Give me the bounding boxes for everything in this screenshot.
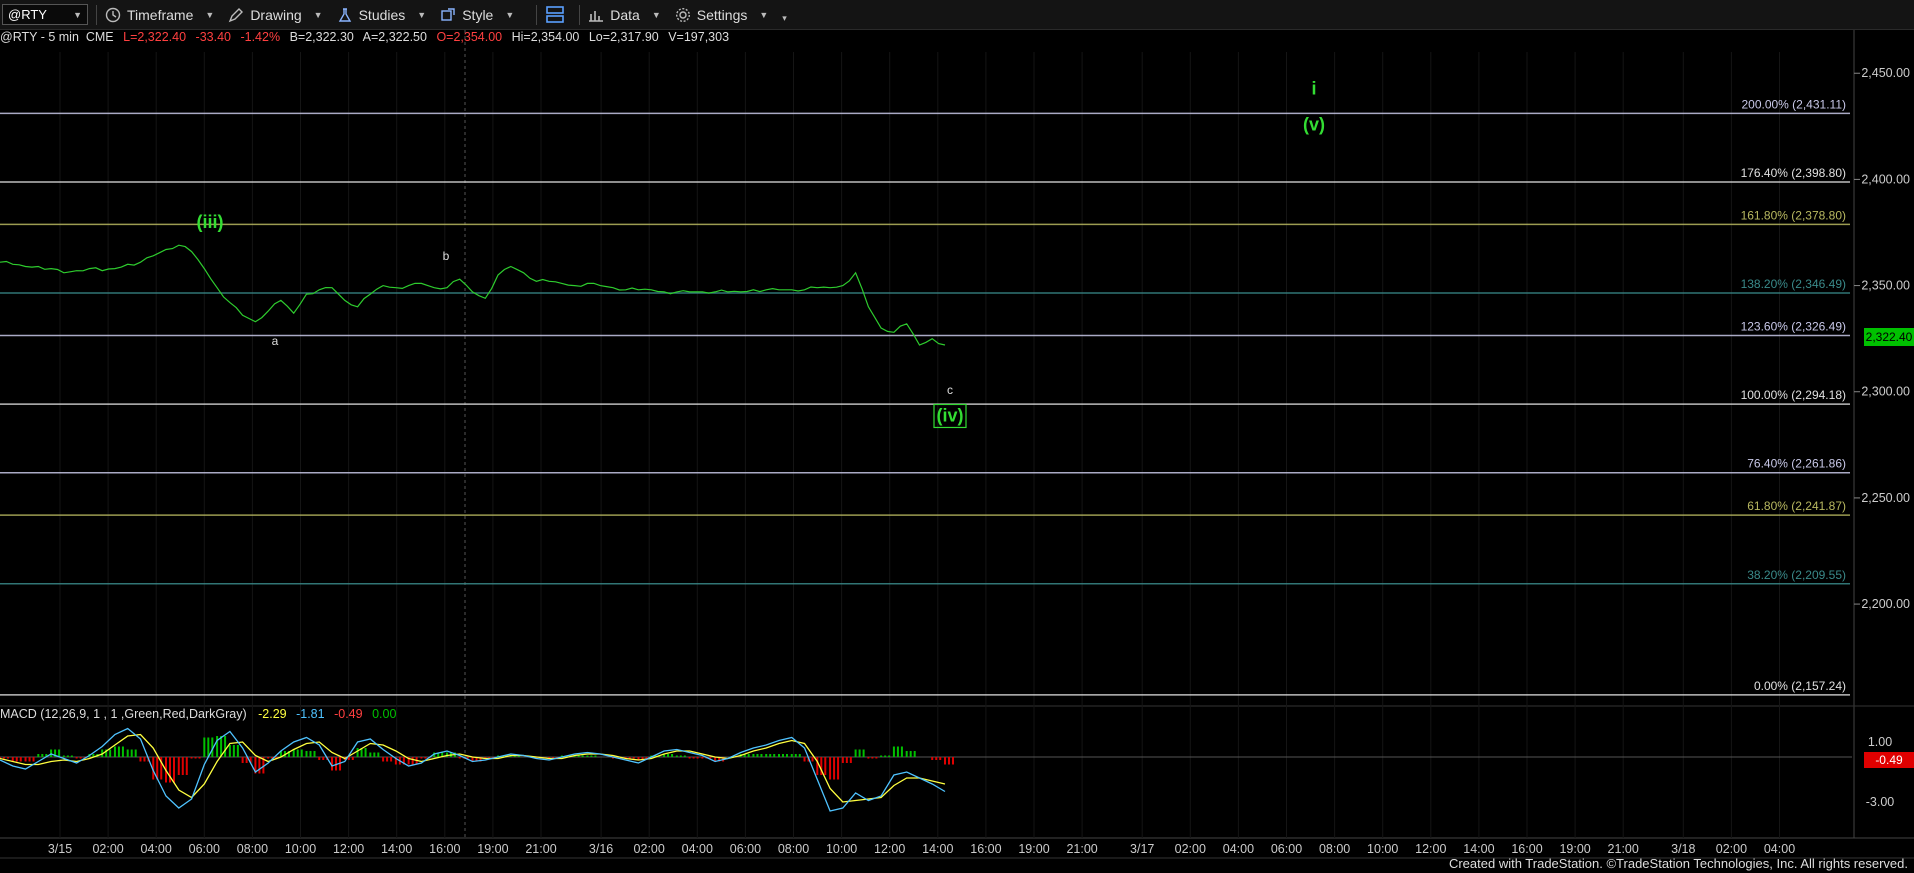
fib-level-label: 161.80% (2,378.80) (1741, 208, 1846, 222)
x-tick-label: 04:00 (141, 842, 172, 856)
x-tick-label: 14:00 (381, 842, 412, 856)
fib-level-label: 0.00% (2,157.24) (1754, 679, 1846, 693)
fib-level-label: 61.80% (2,241.87) (1747, 499, 1846, 513)
x-tick-label: 14:00 (922, 842, 953, 856)
x-tick-label: 21:00 (1608, 842, 1639, 856)
macd-value: -2.29 (258, 707, 287, 721)
fib-level-label: 76.40% (2,261.86) (1747, 457, 1846, 471)
x-tick-label: 3/16 (589, 842, 613, 856)
wave-label: (iii) (197, 212, 224, 232)
x-tick-label: 3/18 (1671, 842, 1695, 856)
x-tick-label: 16:00 (970, 842, 1001, 856)
x-tick-label: 19:00 (1018, 842, 1049, 856)
x-tick-label: 10:00 (285, 842, 316, 856)
histogram-value: -0.49 (334, 707, 363, 721)
x-tick-label: 14:00 (1463, 842, 1494, 856)
x-tick-label: 3/15 (48, 842, 72, 856)
y-tick-label: 2,250.00 (1861, 491, 1910, 505)
x-tick-label: 06:00 (1271, 842, 1302, 856)
x-tick-label: 04:00 (1223, 842, 1254, 856)
macd-title: MACD (12,26,9, 1 , 1 ,Green,Red,DarkGray… (0, 707, 247, 721)
x-tick-label: 04:00 (682, 842, 713, 856)
fib-level-label: 123.60% (2,326.49) (1741, 319, 1846, 333)
x-tick-label: 19:00 (1559, 842, 1590, 856)
wave-label: b (443, 249, 450, 263)
copyright-credit: Created with TradeStation. ©TradeStation… (1448, 856, 1908, 871)
signal-value: -1.81 (296, 707, 325, 721)
x-tick-label: 16:00 (429, 842, 460, 856)
zero-line-value: 0.00 (372, 707, 397, 721)
y-tick-label: 2,350.00 (1861, 279, 1910, 293)
x-tick-label: 02:00 (1716, 842, 1747, 856)
price-chart[interactable]: 3/15 02:00 04:00 06:00 08:00 10:00 12:00 14:00 1… (0, 0, 1914, 873)
x-tick-label: 21:00 (1066, 842, 1097, 856)
x-tick-label: 12:00 (1415, 842, 1446, 856)
fib-level-label: 176.40% (2,398.80) (1741, 166, 1846, 180)
x-tick-label: 19:00 (477, 842, 508, 856)
macd-last-value-marker: -0.49 (1864, 752, 1914, 768)
signal-line (0, 733, 946, 803)
x-tick-label: 08:00 (778, 842, 809, 856)
x-tick-label: 02:00 (1175, 842, 1206, 856)
last-price-marker: 2,322.40 (1864, 328, 1914, 346)
fib-level-label: 100.00% (2,294.18) (1741, 388, 1846, 402)
macd-y-tick-label: 1.00 (1868, 735, 1892, 749)
y-tick-label: 2,400.00 (1861, 172, 1910, 186)
wave-label: (v) (1303, 115, 1325, 135)
x-tick-label: 12:00 (333, 842, 364, 856)
x-tick-label: 06:00 (730, 842, 761, 856)
x-tick-label: 04:00 (1764, 842, 1795, 856)
y-tick-label: 2,450.00 (1861, 66, 1910, 80)
x-tick-label: 10:00 (826, 842, 857, 856)
x-tick-label: 3/17 (1130, 842, 1154, 856)
y-tick-label: 2,300.00 (1861, 385, 1910, 399)
wave-label: c (947, 383, 953, 397)
y-tick-label: 2,200.00 (1861, 597, 1910, 611)
x-tick-label: 16:00 (1511, 842, 1542, 856)
x-tick-label: 08:00 (237, 842, 268, 856)
fib-level-label: 138.20% (2,346.49) (1741, 277, 1846, 291)
x-tick-label: 06:00 (189, 842, 220, 856)
macd-header: MACD (12,26,9, 1 , 1 ,Green,Red,DarkGray… (0, 707, 396, 721)
wave-label: i (1311, 78, 1316, 98)
macd-y-tick-label: -3.00 (1866, 795, 1895, 809)
x-tick-label: 21:00 (525, 842, 556, 856)
x-tick-label: 02:00 (92, 842, 123, 856)
x-tick-label: 02:00 (634, 842, 665, 856)
price-series-line[interactable] (0, 244, 946, 346)
wave-label: (iv) (937, 405, 964, 425)
macd-line (0, 727, 946, 812)
fib-level-label: 38.20% (2,209.55) (1747, 568, 1846, 582)
x-tick-label: 12:00 (874, 842, 905, 856)
x-tick-label: 08:00 (1319, 842, 1350, 856)
fib-level-label: 200.00% (2,431.11) (1741, 97, 1846, 111)
wave-label: a (272, 334, 279, 348)
x-tick-label: 10:00 (1367, 842, 1398, 856)
